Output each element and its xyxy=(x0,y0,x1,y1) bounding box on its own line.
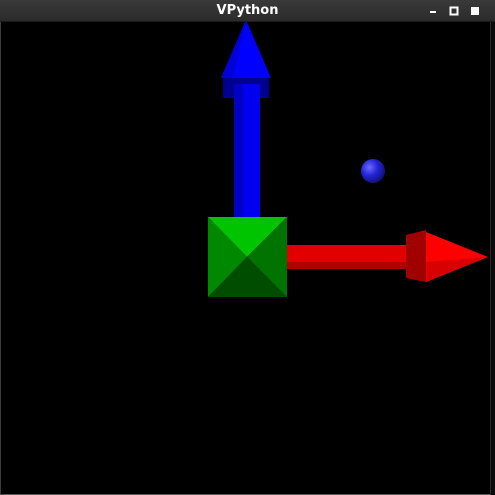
red-arrow-head-base xyxy=(406,230,426,282)
window-title: VPython xyxy=(216,3,279,18)
maximize-button[interactable] xyxy=(446,3,462,19)
red-arrow-shaft-shade xyxy=(287,262,411,269)
blue-arrow xyxy=(221,22,271,218)
minimize-button[interactable] xyxy=(425,3,441,19)
blue-sphere xyxy=(361,159,385,183)
close-button[interactable] xyxy=(467,3,483,19)
minimize-icon xyxy=(430,11,436,13)
blue-arrow-shaft-shade xyxy=(234,84,243,218)
red-arrow xyxy=(287,230,488,282)
title-bar[interactable]: VPython xyxy=(0,0,495,22)
window-right-edge xyxy=(490,22,495,495)
maximize-icon xyxy=(449,6,459,16)
scene-3d xyxy=(208,22,488,297)
close-icon xyxy=(471,7,479,15)
scene-canvas[interactable] xyxy=(0,22,495,495)
vpython-window: VPython xyxy=(0,0,495,495)
green-box xyxy=(208,217,287,297)
